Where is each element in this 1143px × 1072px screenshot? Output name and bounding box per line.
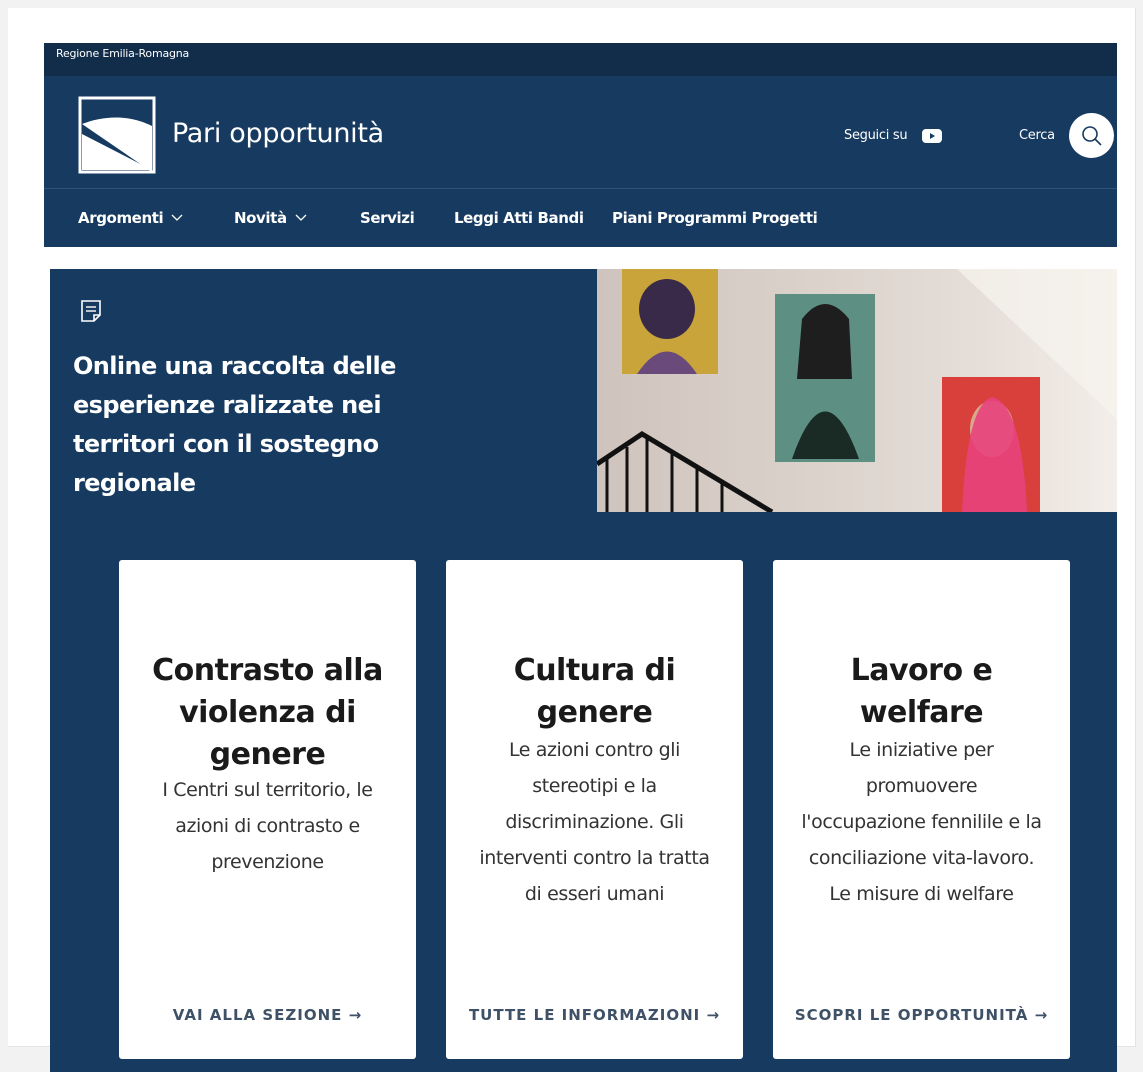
- region-link[interactable]: Regione Emilia-Romagna: [56, 47, 189, 60]
- nav-item-leggi-atti-bandi[interactable]: Leggi Atti Bandi: [454, 209, 584, 227]
- region-logo-icon[interactable]: [78, 96, 156, 174]
- card-cultura[interactable]: Cultura di genere Le azioni contro gli s…: [446, 560, 743, 1059]
- follow-label: Seguici su: [844, 128, 908, 143]
- nav-item-label: Piani Programmi Progetti: [612, 209, 818, 227]
- card-cta-link[interactable]: SCOPRI LE OPPORTUNITÀ →: [773, 1006, 1070, 1024]
- card-description: Le iniziative per promuovere l'occupazio…: [801, 739, 1042, 905]
- card-title[interactable]: Contrasto alla violenza di genere: [139, 650, 396, 776]
- card-title[interactable]: Cultura di genere: [466, 650, 723, 734]
- card-cta-link[interactable]: VAI ALLA SEZIONE →: [119, 1006, 416, 1024]
- card-cta-link[interactable]: TUTTE LE INFORMAZIONI →: [446, 1006, 743, 1024]
- nav-item-piani-programmi-progetti[interactable]: Piani Programmi Progetti: [612, 209, 818, 227]
- nav-item-label: Argomenti: [78, 209, 164, 227]
- nav-item-label: Servizi: [360, 209, 415, 227]
- main-nav: Argomenti Novità Servizi Leggi Atti Band…: [44, 188, 1117, 247]
- card-description: I Centri sul territorio, le azioni di co…: [162, 779, 373, 873]
- site-title[interactable]: Pari opportunità: [172, 118, 384, 149]
- document-icon: [81, 300, 101, 322]
- hero-title[interactable]: Online una raccolta delle esperienze ral…: [73, 347, 413, 503]
- nav-item-servizi[interactable]: Servizi: [360, 209, 415, 227]
- search-icon: [1081, 125, 1102, 146]
- search-label[interactable]: Cerca: [1019, 128, 1055, 143]
- card-title[interactable]: Lavoro e welfare: [793, 650, 1050, 734]
- hero-panel[interactable]: Online una raccolta delle esperienze ral…: [50, 269, 597, 514]
- hero-image: [597, 269, 1117, 512]
- nav-item-argomenti[interactable]: Argomenti: [78, 209, 183, 227]
- chevron-down-icon: [171, 214, 183, 221]
- nav-item-label: Leggi Atti Bandi: [454, 209, 584, 227]
- card-lavoro[interactable]: Lavoro e welfare Le iniziative per promu…: [773, 560, 1070, 1059]
- nav-item-label: Novità: [234, 209, 287, 227]
- card-description: Le azioni contro gli stereotipi e la dis…: [479, 739, 710, 905]
- site-header: Pari opportunità Seguici su Cerca: [44, 76, 1117, 188]
- region-topbar: Regione Emilia-Romagna: [44, 43, 1117, 76]
- nav-item-novita[interactable]: Novità: [234, 209, 307, 227]
- youtube-icon[interactable]: [922, 129, 942, 143]
- card-violenza[interactable]: Contrasto alla violenza di genere I Cent…: [119, 560, 416, 1059]
- search-button[interactable]: [1069, 113, 1114, 158]
- chevron-down-icon: [295, 214, 307, 221]
